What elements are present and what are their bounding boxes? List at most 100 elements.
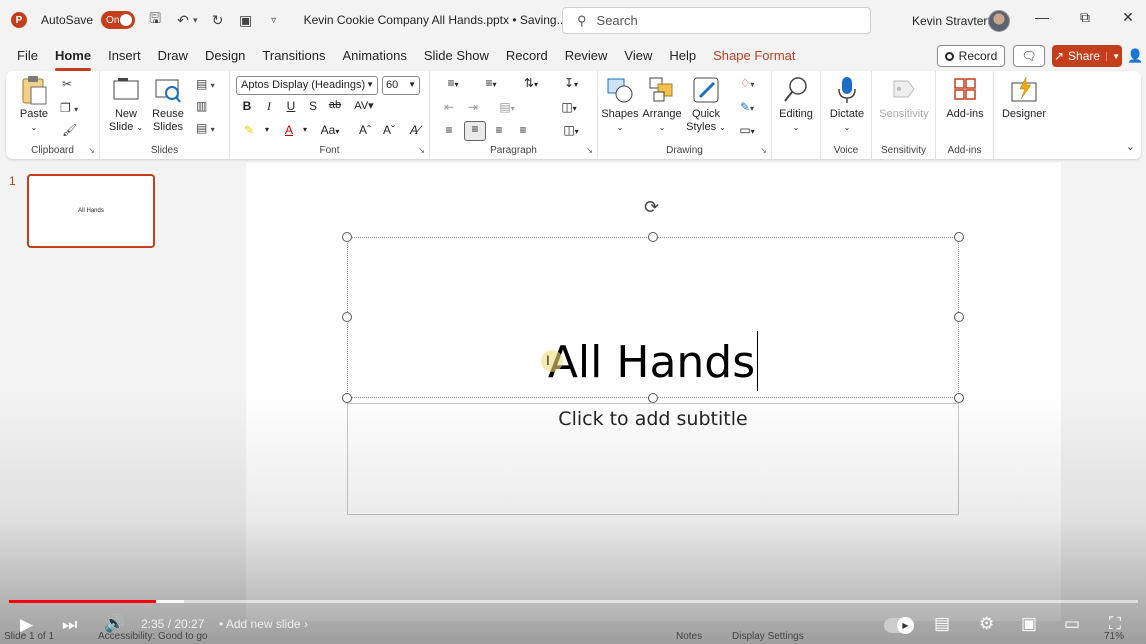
- display-settings-button[interactable]: Display Settings: [732, 631, 804, 642]
- align-text-icon[interactable]: ◫▾: [554, 100, 584, 114]
- text-direction-icon[interactable]: ↧▾: [556, 76, 586, 90]
- increase-font-icon[interactable]: Aˆ: [356, 123, 374, 137]
- tab-review[interactable]: Review: [565, 48, 608, 65]
- new-slide-button[interactable]: New Slide ⌄: [106, 75, 146, 134]
- align-right-icon[interactable]: ≡: [490, 123, 508, 137]
- minimize-icon[interactable]: —: [1032, 9, 1052, 25]
- section-icon[interactable]: ▤ ▾: [196, 121, 215, 135]
- undo-dropdown-chevron-icon[interactable]: ▾: [193, 15, 198, 26]
- numbering-icon[interactable]: ≡▾: [476, 76, 506, 90]
- drawing-launcher-icon[interactable]: ↘: [760, 146, 767, 155]
- tab-help[interactable]: Help: [669, 48, 696, 65]
- save-icon[interactable]: 🖫: [147, 8, 163, 32]
- character-spacing-icon[interactable]: AV▾: [350, 99, 378, 112]
- reuse-slides-button[interactable]: Reuse Slides: [148, 75, 188, 134]
- cut-icon[interactable]: ✂: [62, 77, 72, 91]
- decrease-font-icon[interactable]: Aˇ: [380, 123, 398, 137]
- line-spacing-icon[interactable]: ⇅▾: [516, 76, 546, 90]
- rotate-handle-icon[interactable]: ⟳: [644, 197, 659, 218]
- justify-icon[interactable]: ≡: [514, 123, 532, 137]
- resize-handle-right[interactable]: [954, 312, 964, 322]
- shadow-icon[interactable]: S: [304, 99, 322, 113]
- editing-button[interactable]: Editing ⌄: [776, 75, 816, 134]
- slide-title[interactable]: All Hands: [348, 331, 958, 391]
- video-progress-bar[interactable]: [9, 600, 1138, 603]
- shape-effects-icon[interactable]: ▭▾: [732, 123, 762, 137]
- share-chevron-down-icon[interactable]: ▼: [1106, 51, 1120, 61]
- search-input[interactable]: ⚲ Search: [562, 7, 871, 34]
- tab-draw[interactable]: Draw: [158, 48, 188, 65]
- tab-view[interactable]: View: [624, 48, 652, 65]
- strikethrough-icon[interactable]: ab: [326, 99, 344, 111]
- coauthor-icon[interactable]: 👤: [1127, 48, 1143, 64]
- customize-toolbar-chevron-icon[interactable]: ▿: [266, 15, 282, 26]
- smartart-icon[interactable]: ◫▾: [556, 123, 586, 137]
- resize-handle-bottom-left[interactable]: [342, 393, 352, 403]
- resize-handle-top[interactable]: [648, 232, 658, 242]
- addins-button[interactable]: Add-ins: [942, 75, 988, 121]
- close-icon[interactable]: ✕: [1118, 9, 1138, 26]
- layout-icon[interactable]: ▤ ▾: [196, 77, 215, 91]
- font-name-select[interactable]: Aptos Display (Headings) ▼: [236, 76, 378, 95]
- user-name[interactable]: Kevin Stravtert: [912, 14, 991, 28]
- present-from-start-icon[interactable]: ▣: [238, 12, 254, 29]
- title-placeholder[interactable]: All Hands: [347, 237, 959, 398]
- reset-icon[interactable]: ▥: [196, 99, 207, 113]
- paste-button[interactable]: Paste ⌄: [12, 75, 56, 134]
- designer-button[interactable]: Designer: [1000, 75, 1048, 121]
- document-title[interactable]: Kevin Cookie Company All Hands.pptx • Sa…: [304, 13, 580, 27]
- arrange-button[interactable]: Arrange ⌄: [642, 75, 682, 134]
- shape-fill-icon[interactable]: ♢▾: [732, 76, 762, 90]
- avatar[interactable]: [988, 10, 1010, 32]
- bold-icon[interactable]: B: [238, 99, 256, 113]
- highlight-icon[interactable]: ✎: [240, 123, 258, 137]
- slide-thumbnail[interactable]: All Hands: [27, 174, 155, 248]
- paragraph-launcher-icon[interactable]: ↘: [586, 146, 593, 155]
- resize-handle-left[interactable]: [342, 312, 352, 322]
- resize-handle-top-right[interactable]: [954, 232, 964, 242]
- dictate-button[interactable]: Dictate ⌄: [825, 75, 869, 134]
- accessibility-status[interactable]: Accessibility: Good to go: [98, 631, 208, 642]
- sensitivity-button[interactable]: Sensitivity: [874, 75, 934, 121]
- highlight-chevron-icon[interactable]: ▾: [258, 125, 276, 134]
- tab-animations[interactable]: Animations: [343, 48, 407, 65]
- underline-icon[interactable]: U: [282, 99, 300, 113]
- columns-icon[interactable]: ▤▾: [492, 100, 522, 114]
- comments-button[interactable]: 🗨: [1013, 45, 1045, 67]
- resize-handle-top-left[interactable]: [342, 232, 352, 242]
- decrease-indent-icon[interactable]: ⇤: [440, 100, 458, 114]
- resize-handle-bottom-right[interactable]: [954, 393, 964, 403]
- shapes-button[interactable]: Shapes ⌄: [600, 75, 640, 134]
- quick-styles-button[interactable]: Quick Styles ⌄: [686, 75, 726, 134]
- align-left-icon[interactable]: ≡: [440, 123, 458, 137]
- redo-icon[interactable]: ↻: [210, 12, 226, 29]
- subtitle-placeholder[interactable]: Click to add subtitle: [347, 403, 959, 515]
- undo-icon[interactable]: ↶: [175, 12, 191, 29]
- chapter-link[interactable]: • Add new slide ›: [219, 617, 308, 631]
- format-painter-icon[interactable]: 🖌: [62, 123, 77, 137]
- restore-icon[interactable]: ⧉: [1075, 9, 1095, 26]
- resize-handle-bottom[interactable]: [648, 393, 658, 403]
- increase-indent-icon[interactable]: ⇥: [464, 100, 482, 114]
- change-case-icon[interactable]: Aa▾: [316, 123, 344, 137]
- tab-design[interactable]: Design: [205, 48, 245, 65]
- tab-shape-format[interactable]: Shape Format: [713, 48, 795, 65]
- ribbon-collapse-chevron-icon[interactable]: ⌄: [1126, 140, 1135, 153]
- tab-file[interactable]: File: [17, 48, 38, 65]
- italic-icon[interactable]: I: [260, 99, 278, 114]
- autosave-toggle[interactable]: On: [101, 11, 136, 29]
- font-color-chevron-icon[interactable]: ▾: [296, 125, 314, 134]
- clipboard-launcher-icon[interactable]: ↘: [88, 146, 95, 155]
- notes-button[interactable]: Notes: [676, 631, 702, 642]
- clear-formatting-icon[interactable]: A∕: [406, 123, 424, 137]
- tab-slide-show[interactable]: Slide Show: [424, 48, 489, 65]
- zoom-level[interactable]: 71%: [1104, 631, 1124, 642]
- shape-outline-icon[interactable]: ✎▾: [732, 100, 762, 114]
- share-button[interactable]: ↗ Share ▼: [1052, 45, 1122, 67]
- tab-record[interactable]: Record: [506, 48, 548, 65]
- tab-insert[interactable]: Insert: [108, 48, 141, 65]
- align-center-icon[interactable]: ≡: [464, 121, 486, 141]
- record-button[interactable]: Record: [937, 45, 1005, 67]
- copy-icon[interactable]: ❐ ▾: [60, 101, 78, 115]
- font-size-select[interactable]: 60 ▼: [382, 76, 420, 95]
